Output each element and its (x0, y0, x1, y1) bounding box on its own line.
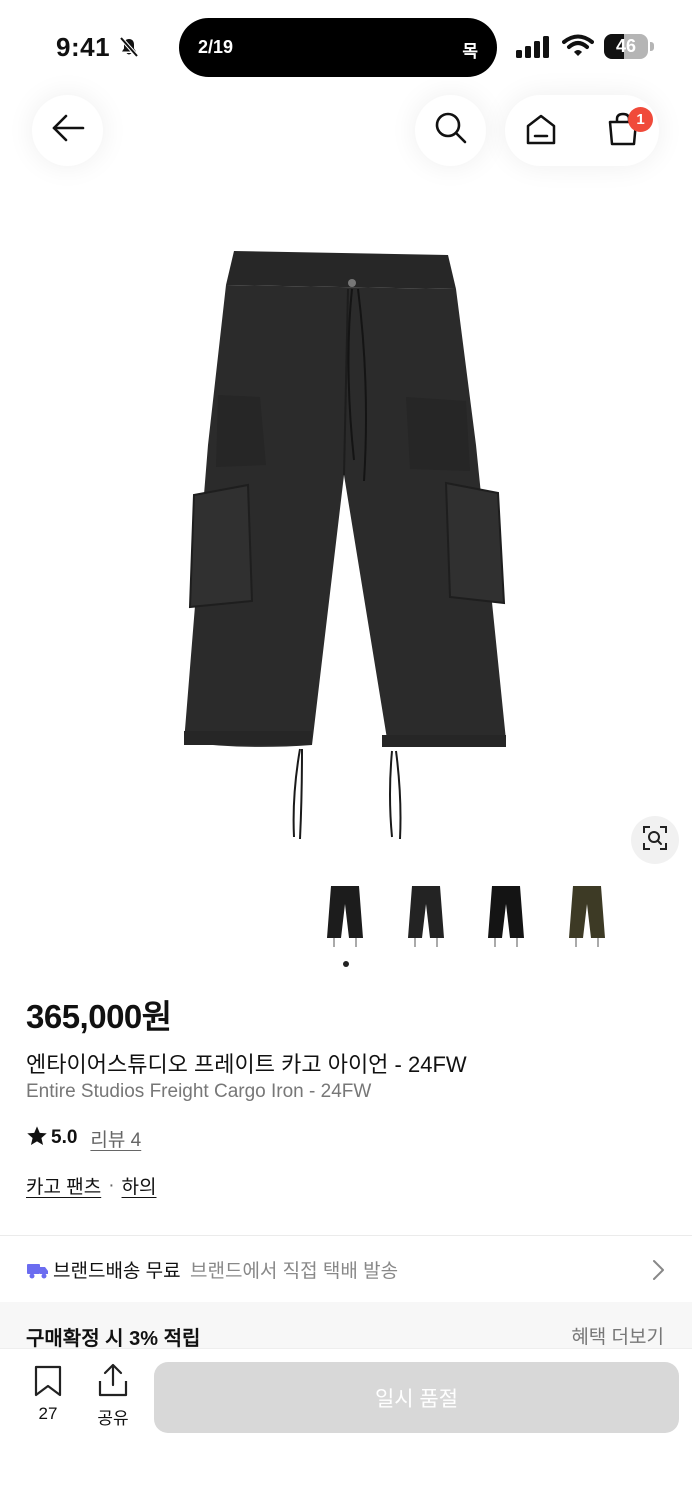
thumbnail-active-dot (343, 961, 349, 967)
cellular-signal-icon (516, 36, 552, 63)
benefit-more-link[interactable]: 혜택 더보기 (571, 1322, 664, 1349)
battery-percent: 46 (615, 36, 637, 56)
status-bar: 9:41 2/19 목 46 (0, 0, 692, 92)
dynamic-island: 2/19 목 (179, 18, 497, 77)
bookmark-icon (33, 1365, 63, 1401)
shipping-description: 브랜드에서 직접 택배 발송 (190, 1261, 399, 1282)
thumbnail-2[interactable] (386, 876, 466, 956)
visual-search-icon (642, 825, 668, 856)
star-icon (26, 1125, 48, 1152)
thumbnail-4[interactable] (547, 876, 627, 956)
search-icon (434, 111, 468, 150)
thumbnail-3[interactable] (466, 876, 546, 956)
battery-indicator: 46 (604, 34, 654, 59)
review-link[interactable]: 리뷰 4 (90, 1125, 141, 1152)
share-button[interactable]: 공유 (91, 1363, 135, 1429)
product-name-english: Entire Studios Freight Cargo Iron - 24FW (26, 1081, 372, 1102)
category-breadcrumb: 카고 팬츠 · 하의 (26, 1172, 157, 1199)
section-divider (0, 1235, 692, 1236)
back-button[interactable] (32, 95, 103, 166)
category-link-bottoms[interactable]: 하의 (122, 1172, 157, 1199)
category-link-cargo-pants[interactable]: 카고 팬츠 (26, 1172, 101, 1199)
product-price: 365,000원 (26, 998, 172, 1035)
bookmark-button[interactable]: 27 (27, 1365, 69, 1424)
image-page-indicator: 2/19 (198, 37, 234, 57)
island-day-label: 목 (462, 42, 478, 61)
delivery-truck-icon (27, 1262, 49, 1285)
home-icon[interactable] (524, 112, 558, 151)
share-label: 공유 (97, 1409, 129, 1428)
shipping-info-row[interactable]: 브랜드배송 무료 브랜드에서 직접 택배 발송 (0, 1240, 692, 1296)
status-time: 9:41 (56, 32, 111, 62)
image-search-button[interactable] (631, 816, 679, 864)
rating-score: 5.0 (51, 1127, 78, 1148)
sold-out-button[interactable]: 일시 품절 (154, 1362, 679, 1433)
bell-muted-icon (118, 36, 140, 63)
rating-row: 5.0 리뷰 4 (26, 1125, 141, 1151)
benefit-label: 구매확정 시 3% 적립 (26, 1328, 201, 1350)
arrow-left-icon (51, 113, 85, 148)
shipping-label: 브랜드배송 무료 (53, 1261, 181, 1282)
home-cart-group: 1 (505, 95, 659, 166)
search-button[interactable] (415, 95, 486, 166)
thumbnail-1[interactable] (305, 876, 385, 956)
share-icon (97, 1363, 129, 1401)
product-name-korean: 엔타이어스튜디오 프레이트 카고 아이언 - 24FW (26, 1052, 467, 1077)
bookmark-count: 27 (38, 1404, 58, 1423)
cart-count-badge: 1 (628, 107, 653, 132)
wifi-icon (562, 34, 594, 63)
chevron-right-icon (651, 1259, 665, 1286)
product-main-image[interactable] (176, 245, 516, 850)
bottom-action-bar: 27 공유 일시 품절 (0, 1348, 692, 1500)
category-separator: · (108, 1174, 115, 1196)
